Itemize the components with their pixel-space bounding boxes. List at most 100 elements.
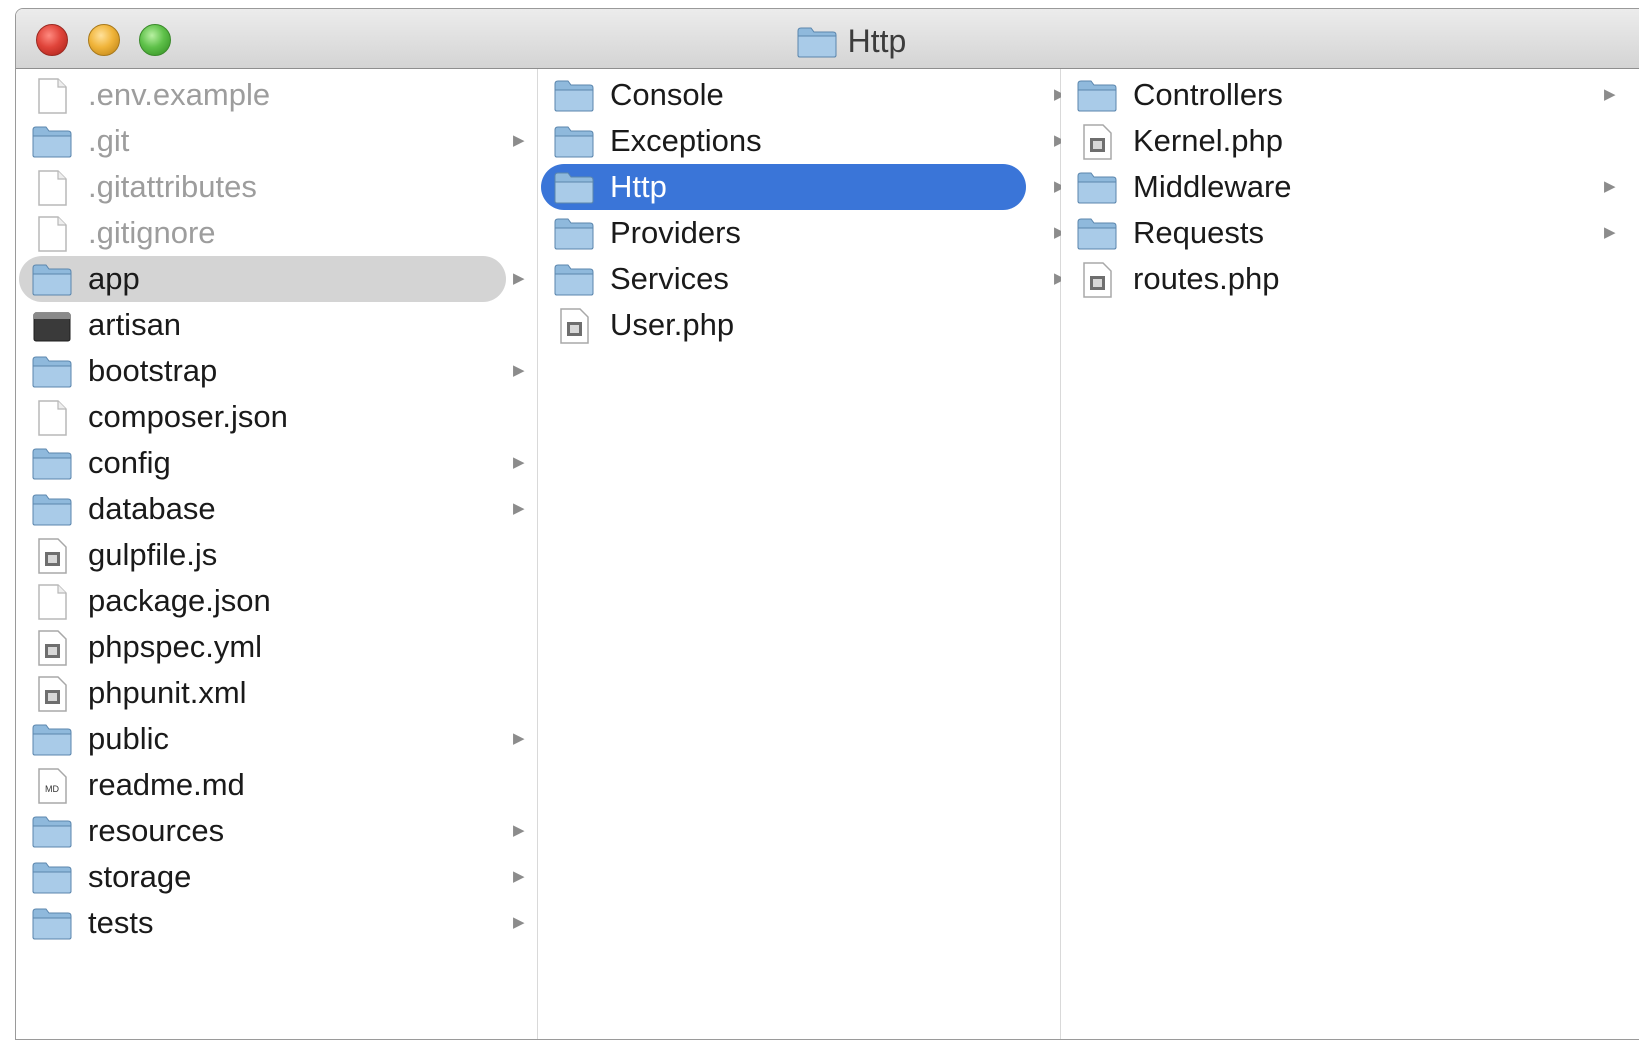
file-row-gitattributes[interactable]: .gitattributes xyxy=(19,164,506,210)
file-row-gulpfile-js[interactable]: gulpfile.js xyxy=(19,532,506,578)
item-label: resources xyxy=(88,813,225,848)
item-label: Exceptions xyxy=(610,123,762,158)
item-label: Kernel.php xyxy=(1133,123,1283,158)
item-label: .gitignore xyxy=(88,215,216,250)
folder-icon xyxy=(31,814,73,850)
window-title: Http xyxy=(847,23,907,59)
item-label: config xyxy=(88,445,171,480)
file-row-phpspec-yml[interactable]: phpspec.yml xyxy=(19,624,506,670)
item-label: readme.md xyxy=(88,767,245,802)
item-label: public xyxy=(88,721,169,756)
document-icon xyxy=(31,78,73,114)
item-label: phpspec.yml xyxy=(88,629,263,664)
disclosure-arrow-icon: ▶ xyxy=(513,914,525,931)
folder-row-tests[interactable]: tests ▶ xyxy=(19,900,525,946)
item-label: tests xyxy=(88,905,154,940)
item-label: Providers xyxy=(610,215,741,250)
folder-icon xyxy=(31,860,73,896)
title-bar[interactable]: Http xyxy=(16,9,1639,69)
script-icon xyxy=(1076,262,1118,298)
folder-row-requests[interactable]: Requests ▶ xyxy=(1064,210,1624,256)
folder-icon xyxy=(1076,170,1118,206)
folder-icon xyxy=(31,124,73,160)
document-icon xyxy=(31,170,73,206)
file-row-phpunit-xml[interactable]: phpunit.xml xyxy=(19,670,506,716)
folder-icon xyxy=(553,170,595,206)
disclosure-arrow-icon: ▶ xyxy=(1604,224,1616,241)
finder-window: Http .env.example .git ▶ .gitattributes .git… xyxy=(15,8,1639,1040)
item-label: phpunit.xml xyxy=(88,675,247,710)
folder-row-http[interactable]: Http ▶ xyxy=(541,164,1066,210)
folder-row-console[interactable]: Console ▶ xyxy=(541,72,1066,118)
item-label: routes.php xyxy=(1133,261,1280,296)
folder-icon xyxy=(31,446,73,482)
folder-row-app[interactable]: app ▶ xyxy=(19,256,525,302)
file-row-routes-php[interactable]: routes.php xyxy=(1064,256,1624,302)
file-row-env-example[interactable]: .env.example xyxy=(19,72,506,118)
terminal-icon xyxy=(31,308,73,344)
disclosure-arrow-icon: ▶ xyxy=(513,822,525,839)
disclosure-arrow-icon: ▶ xyxy=(1604,178,1616,195)
folder-row-middleware[interactable]: Middleware ▶ xyxy=(1064,164,1624,210)
item-label: app xyxy=(88,261,140,296)
item-label: composer.json xyxy=(88,399,288,434)
script-icon xyxy=(1076,124,1118,160)
disclosure-arrow-icon: ▶ xyxy=(513,500,525,517)
item-label: artisan xyxy=(88,307,182,342)
column-project-root[interactable]: .env.example .git ▶ .gitattributes .gitignor… xyxy=(16,69,538,1039)
disclosure-arrow-icon: ▶ xyxy=(513,868,525,885)
disclosure-arrow-icon: ▶ xyxy=(513,132,525,149)
document-icon xyxy=(31,400,73,436)
folder-row-bootstrap[interactable]: bootstrap ▶ xyxy=(19,348,525,394)
folder-icon xyxy=(31,722,73,758)
folder-row-resources[interactable]: resources ▶ xyxy=(19,808,525,854)
markdown-icon: MD xyxy=(31,768,73,804)
item-label: .env.example xyxy=(88,77,271,112)
folder-icon xyxy=(553,216,595,252)
file-row-artisan[interactable]: artisan xyxy=(19,302,506,348)
folder-icon xyxy=(553,78,595,114)
folder-icon xyxy=(31,492,73,528)
script-icon xyxy=(31,676,73,712)
disclosure-arrow-icon: ▶ xyxy=(513,270,525,287)
folder-icon xyxy=(553,262,595,298)
folder-row-storage[interactable]: storage ▶ xyxy=(19,854,525,900)
folder-icon xyxy=(1076,78,1118,114)
folder-icon xyxy=(31,354,73,390)
file-row-user-php[interactable]: User.php xyxy=(541,302,1026,348)
file-row-kernel-php[interactable]: Kernel.php xyxy=(1064,118,1624,164)
folder-icon xyxy=(553,124,595,160)
script-icon xyxy=(31,630,73,666)
folder-row-database[interactable]: database ▶ xyxy=(19,486,525,532)
folder-row-git[interactable]: .git ▶ xyxy=(19,118,525,164)
folder-icon xyxy=(797,27,837,57)
file-row-readme-md[interactable]: MD readme.md xyxy=(19,762,506,808)
file-row-package-json[interactable]: package.json xyxy=(19,578,506,624)
item-label: Services xyxy=(610,261,729,296)
folder-icon xyxy=(31,262,73,298)
disclosure-arrow-icon: ▶ xyxy=(513,730,525,747)
column-app[interactable]: Console ▶ Exceptions ▶ Http ▶ Providers ▶ Servic… xyxy=(538,69,1066,1039)
folder-row-config[interactable]: config ▶ xyxy=(19,440,525,486)
disclosure-arrow-icon: ▶ xyxy=(513,454,525,471)
item-label: Middleware xyxy=(1133,169,1292,204)
item-label: .git xyxy=(88,123,130,158)
item-label: Console xyxy=(610,77,724,112)
folder-row-public[interactable]: public ▶ xyxy=(19,716,525,762)
svg-text:MD: MD xyxy=(45,784,59,794)
document-icon xyxy=(31,216,73,252)
script-icon xyxy=(31,538,73,574)
item-label: Requests xyxy=(1133,215,1264,250)
disclosure-arrow-icon: ▶ xyxy=(1604,86,1616,103)
folder-row-exceptions[interactable]: Exceptions ▶ xyxy=(541,118,1066,164)
item-label: User.php xyxy=(610,307,735,342)
folder-row-services[interactable]: Services ▶ xyxy=(541,256,1066,302)
folder-row-providers[interactable]: Providers ▶ xyxy=(541,210,1066,256)
folder-row-controllers[interactable]: Controllers ▶ xyxy=(1064,72,1624,118)
file-row-gitignore[interactable]: .gitignore xyxy=(19,210,506,256)
item-label: .gitattributes xyxy=(88,169,257,204)
column-http[interactable]: Controllers ▶ Kernel.php Middleware ▶ Request… xyxy=(1061,69,1639,1039)
item-label: Http xyxy=(610,169,667,204)
file-row-composer-json[interactable]: composer.json xyxy=(19,394,506,440)
disclosure-arrow-icon: ▶ xyxy=(513,362,525,379)
